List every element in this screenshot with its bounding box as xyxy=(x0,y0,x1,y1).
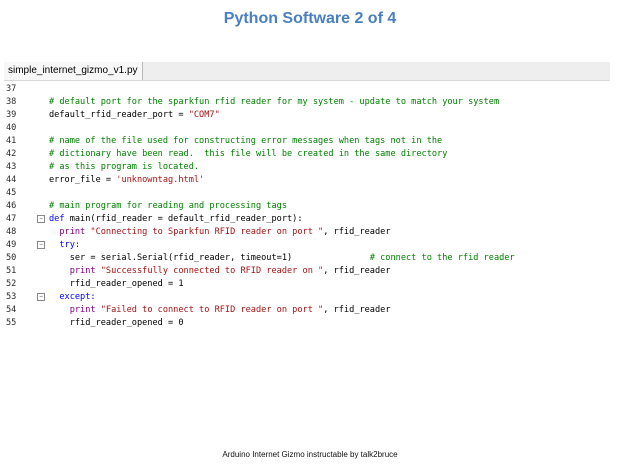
code-token: "COM7" xyxy=(188,110,220,120)
code-token: print xyxy=(69,305,101,315)
code-line: 39 default_rfid_reader_port = "COM7" xyxy=(4,109,610,122)
code-line: 48 print "Connecting to Sparkfun RFID re… xyxy=(4,226,610,239)
code-line: 40 xyxy=(4,122,610,135)
line-number: 47 xyxy=(6,214,17,224)
slide-footer: Arduino Internet Gizmo instructable by t… xyxy=(222,450,398,459)
code-text: print "Failed to connect to RFID reader … xyxy=(49,304,391,317)
slide-title: Python Software 2 of 4 xyxy=(223,10,397,27)
code-text: except: xyxy=(49,291,96,304)
line-number: 54 xyxy=(6,305,17,315)
line-number: 45 xyxy=(6,188,17,198)
code-line: 52 rfid_reader_opened = 1 xyxy=(4,278,610,291)
code-line: 38 # default port for the sparkfun rfid r… xyxy=(4,96,610,109)
code-text: # main program for reading and processin… xyxy=(49,200,287,213)
code-token: "Failed to connect to RFID reader on por… xyxy=(100,305,324,315)
code-token: # dictionary have been read. this file w… xyxy=(49,149,448,159)
code-text: print "Connecting to Sparkfun RFID reade… xyxy=(49,226,391,239)
code-token: # as this program is located. xyxy=(49,162,200,172)
code-token: main(rfid_reader = default_rfid_reader_p… xyxy=(69,214,303,224)
code-line: 44 error_file = 'unknowntag.html' xyxy=(4,174,610,187)
line-number: 50 xyxy=(6,253,17,263)
line-number: 52 xyxy=(6,279,17,289)
code-token: "Connecting to Sparkfun RFID reader on p… xyxy=(90,227,324,237)
code-token: , rfid_reader xyxy=(323,227,391,237)
line-number: 37 xyxy=(6,84,17,94)
code-text: error_file = 'unknowntag.html' xyxy=(49,174,204,187)
code-token: 'unknowntag.html' xyxy=(116,175,205,185)
code-token: ser = serial.Serial(rfid_reader, timeout… xyxy=(49,253,370,263)
line-number: 41 xyxy=(6,136,17,146)
line-number: 38 xyxy=(6,97,17,107)
line-number: 40 xyxy=(6,123,17,133)
code-line: 43 # as this program is located. xyxy=(4,161,610,174)
code-token: # connect to the rfid reader xyxy=(369,253,515,263)
code-text: # name of the file used for constructing… xyxy=(49,135,442,148)
line-number: 46 xyxy=(6,201,17,211)
code-text: rfid_reader_opened = 0 xyxy=(49,317,184,330)
line-number: 44 xyxy=(6,175,17,185)
code-text: def main(rfid_reader = default_rfid_read… xyxy=(49,213,303,226)
code-line: 42 # dictionary have been read. this file… xyxy=(4,148,610,161)
line-number: 55 xyxy=(6,318,17,328)
code-token: # default port for the sparkfun rfid rea… xyxy=(49,97,500,107)
code-line: 54 print "Failed to connect to RFID read… xyxy=(4,304,610,317)
collapse-minus-icon: − xyxy=(37,240,45,249)
code-text: ser = serial.Serial(rfid_reader, timeout… xyxy=(49,252,515,265)
code-line: 46 # main program for reading and process… xyxy=(4,200,610,213)
code-token: error_file = xyxy=(49,175,117,185)
collapse-minus-icon: − xyxy=(37,214,45,223)
code-text: print "Successfully connected to RFID re… xyxy=(49,265,391,278)
line-number: 53 xyxy=(6,292,17,302)
line-number: 51 xyxy=(6,266,17,276)
code-token: print xyxy=(59,227,91,237)
code-line: 49 − try: xyxy=(4,239,610,252)
line-number: 42 xyxy=(6,149,17,159)
code-token: except: xyxy=(59,292,96,302)
code-token: rfid_reader_opened = 1 xyxy=(49,279,184,289)
code-token: default_rfid_reader_port = xyxy=(49,110,189,120)
code-token: # name of the file used for constructing… xyxy=(49,136,443,146)
code-area[interactable]: 37 38 # default port for the sparkfun rfid… xyxy=(4,81,610,330)
code-line: 45 xyxy=(4,187,610,200)
code-text: default_rfid_reader_port = "COM7" xyxy=(49,109,220,122)
code-token: rfid_reader_opened = 0 xyxy=(49,318,184,328)
code-token: print xyxy=(69,266,101,276)
code-editor[interactable]: simple_internet_gizmo_v1.py 37 38 # defaul… xyxy=(4,62,610,332)
code-line: 47 − def main(rfid_reader = default_rfid_r… xyxy=(4,213,610,226)
collapse-minus-icon: − xyxy=(37,292,45,301)
code-line: 37 xyxy=(4,83,610,96)
code-line: 41 # name of the file used for constructi… xyxy=(4,135,610,148)
code-text: try: xyxy=(49,239,80,252)
code-token: def xyxy=(49,214,70,224)
tab-bar: simple_internet_gizmo_v1.py xyxy=(4,62,610,81)
code-line: 50 ser = serial.Serial(rfid_reader, time… xyxy=(4,252,610,265)
line-number: 39 xyxy=(6,110,17,120)
line-number: 43 xyxy=(6,162,17,172)
line-number: 48 xyxy=(6,227,17,237)
tab-file[interactable]: simple_internet_gizmo_v1.py xyxy=(4,62,143,80)
code-text: # default port for the sparkfun rfid rea… xyxy=(49,96,499,109)
line-number: 49 xyxy=(6,240,17,250)
code-token: try: xyxy=(59,240,81,250)
code-token: , rfid_reader xyxy=(323,305,391,315)
code-line: 53 − except: xyxy=(4,291,610,304)
code-line: 51 print "Successfully connected to RFID… xyxy=(4,265,610,278)
code-token: "Successfully connected to RFID reader o… xyxy=(100,266,324,276)
code-line: 55 rfid_reader_opened = 0 xyxy=(4,317,610,330)
code-token: # main program for reading and processin… xyxy=(49,201,287,211)
code-text: rfid_reader_opened = 1 xyxy=(49,278,184,291)
code-text: # as this program is located. xyxy=(49,161,199,174)
code-text: # dictionary have been read. this file w… xyxy=(49,148,447,161)
code-token: , rfid_reader xyxy=(323,266,391,276)
